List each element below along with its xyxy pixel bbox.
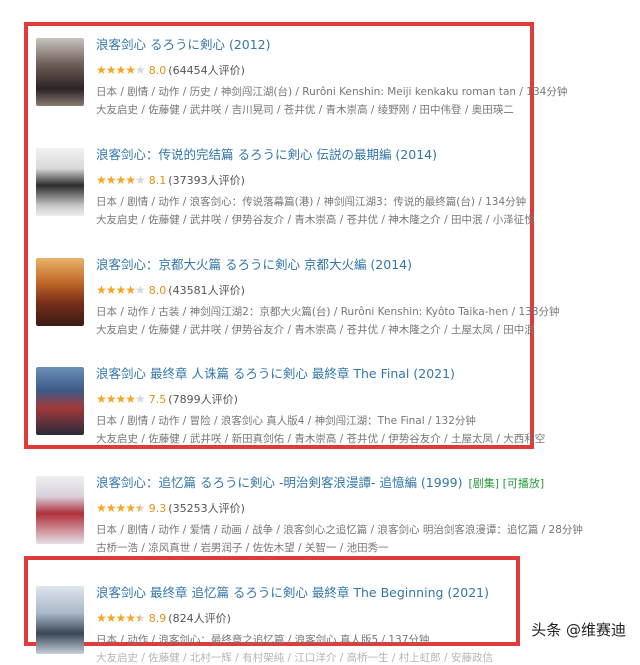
movie-cast: 大友启史 / 佐藤健 / 武井咲 / 伊势谷友介 / 青木崇高 / 苍井优 / … (96, 324, 535, 336)
rating-count: (43581人评价) (168, 284, 245, 297)
movie-cast: 大友启史 / 佐藤健 / 武井咲 / 吉川晃司 / 苍井优 / 青木崇高 / 绫… (96, 104, 514, 116)
star-rating-icon: ★★★★★ (96, 611, 146, 625)
rating-count: (7899人评价) (168, 393, 238, 406)
movie-item: 浪客剑心：传说的完结篇 るろうに剣心 伝説の最期編 (2014) ★★★★★ 8.… (36, 144, 636, 226)
movie-title-link[interactable]: 浪客剑心：京都大火篇 るろうに剣心 京都大火編 (2014) (96, 254, 412, 273)
rating-score: 8.1 (148, 174, 167, 187)
rating-row: ★★★★★ 8.0 (64454人评价) (96, 62, 245, 78)
star-rating-icon: ★★★★★ (96, 283, 146, 297)
movie-cast: 大友启史 / 佐藤健 / 武井咲 / 新田真剑佑 / 青木崇高 / 苍井优 / … (96, 433, 546, 445)
star-rating-icon: ★★★★★ (96, 173, 146, 187)
movie-poster[interactable] (36, 476, 84, 544)
movie-item: 浪客剑心 最终章 人诛篇 るろうに剣心 最終章 The Final (2021)… (36, 363, 636, 445)
movie-title-link[interactable]: 浪客剑心：传说的完结篇 るろうに剣心 伝説の最期編 (2014) (96, 144, 437, 163)
movie-item: 浪客剑心 最终章 追忆篇 るろうに剣心 最終章 The Beginning (2… (36, 582, 636, 664)
movie-meta-info: 日本 / 剧情 / 动作 / 浪客剑心：传说落幕篇(港) / 神剑闯江湖3：传说… (96, 196, 527, 208)
star-rating-icon: ★★★★★ (96, 63, 146, 77)
movie-title-link[interactable]: 浪客剑心 るろうに剣心 (2012) (96, 34, 271, 53)
movie-meta-info: 日本 / 动作 / 古装 / 神剑闯江湖2：京都大火篇(台) / Rurôni … (96, 306, 560, 318)
rating-row: ★★★★★ 7.5 (7899人评价) (96, 391, 238, 407)
playable-tag[interactable]: [剧集] [可播放] (468, 477, 544, 490)
movie-meta-info: 日本 / 剧情 / 动作 / 冒险 / 浪客剑心 真人版4 / 神剑闯江湖：Th… (96, 415, 476, 427)
star-rating-icon: ★★★★★ (96, 501, 146, 515)
rating-row: ★★★★★ 8.1 (37393人评价) (96, 172, 245, 188)
movie-poster[interactable] (36, 258, 84, 326)
movie-title-link[interactable]: 浪客剑心 最终章 追忆篇 るろうに剣心 最終章 The Beginning (2… (96, 582, 489, 601)
movie-meta-info: 日本 / 剧情 / 动作 / 爱情 / 动画 / 战争 / 浪客剑心之追忆篇 /… (96, 524, 583, 536)
rating-score: 8.0 (148, 284, 167, 297)
rating-row: ★★★★★ 8.9 (824人评价) (96, 610, 231, 626)
rating-score: 9.3 (148, 502, 167, 515)
movie-item: 浪客剑心：京都大火篇 るろうに剣心 京都大火編 (2014) ★★★★★ 8.0(… (36, 254, 636, 336)
movie-title-text[interactable]: 浪客剑心：追忆篇 るろうに剣心 -明治剣客浪漫譚- 追憶編 (1999) (96, 475, 462, 490)
movie-cast: 大友启史 / 佐藤健 / 武井咲 / 伊势谷友介 / 青木崇高 / 苍井优 / … (96, 214, 535, 226)
rating-count: (824人评价) (168, 612, 231, 625)
movie-item: 浪客剑心 るろうに剣心 (2012) ★★★★★ 8.0 (64454人评价) 日本… (36, 34, 636, 116)
movie-cast: 古桥一浩 / 凉风真世 / 岩男润子 / 佐佐木望 / 关智一 / 池田秀一 (96, 542, 389, 554)
rating-score: 8.0 (148, 64, 167, 77)
movie-poster[interactable] (36, 38, 84, 106)
movie-poster[interactable] (36, 586, 84, 654)
movie-cast: 大友启史 / 佐藤健 / 北村一辉 / 有村架纯 / 江口洋介 / 高桥一生 /… (96, 652, 493, 664)
movie-title-link[interactable]: 浪客剑心：追忆篇 るろうに剣心 -明治剣客浪漫譚- 追憶編 (1999) [剧集]… (96, 472, 544, 491)
rating-row: ★★★★★ 9.3 (35253人评价) (96, 500, 245, 516)
movie-poster[interactable] (36, 148, 84, 216)
star-rating-icon: ★★★★★ (96, 392, 146, 406)
rating-count: (35253人评价) (168, 502, 245, 515)
movie-meta-info: 日本 / 动作 / 浪客剑心：最终章之追忆篇 / 浪客剑心 真人版5 / 137… (96, 634, 430, 646)
rating-count: (64454人评价) (168, 64, 245, 77)
movie-poster[interactable] (36, 367, 84, 435)
movie-meta-info: 日本 / 剧情 / 动作 / 历史 / 神剑闯江湖(台) / Rurôni Ke… (96, 86, 568, 98)
watermark: 头条 @维赛迪 (531, 621, 626, 639)
rating-count: (37393人评价) (168, 174, 245, 187)
movie-title-link[interactable]: 浪客剑心 最终章 人诛篇 るろうに剣心 最終章 The Final (2021) (96, 363, 455, 382)
rating-score: 7.5 (148, 393, 167, 406)
rating-row: ★★★★★ 8.0 (43581人评价) (96, 282, 245, 298)
rating-score: 8.9 (148, 612, 167, 625)
movie-item: 浪客剑心：追忆篇 るろうに剣心 -明治剣客浪漫譚- 追憶編 (1999) [剧集]… (36, 472, 636, 554)
